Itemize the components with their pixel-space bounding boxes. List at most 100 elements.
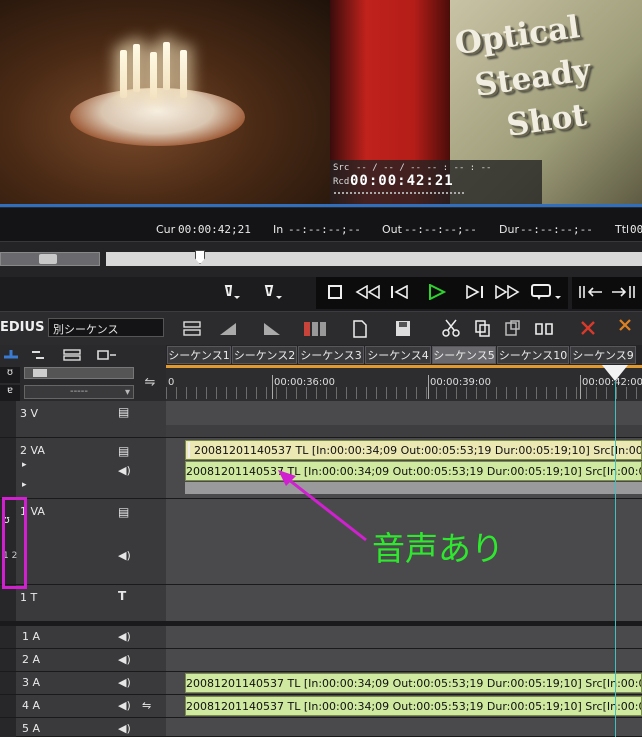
track-name: 2 A [22, 653, 41, 666]
annotation-label: 音声あり [372, 529, 504, 568]
step-forward-icon [466, 285, 483, 299]
speaker-icon[interactable]: ◀) [118, 722, 131, 735]
rcd-timecode: 00:00:42:21 [350, 173, 454, 189]
sync-icon[interactable]: ⇋ [140, 375, 160, 391]
step-back-button[interactable] [386, 277, 412, 307]
play-button[interactable] [424, 277, 450, 307]
clip-thumbnail [188, 442, 190, 458]
insert-left-button[interactable] [576, 277, 606, 307]
track-patch[interactable] [0, 585, 16, 621]
track-patch[interactable] [0, 672, 16, 694]
audio-clip-2va[interactable]: 20081201140537 TL [In:00:00:34;09 Out:00… [185, 461, 642, 481]
step-back-icon [391, 285, 408, 299]
video-display-icon[interactable]: ▤ [118, 444, 129, 458]
track-area-3v[interactable] [166, 401, 642, 438]
fast-forward-button[interactable] [492, 277, 522, 307]
zoom-slider[interactable] [24, 367, 134, 379]
snap-toggle[interactable]: ʊ [0, 367, 20, 383]
group-toggle[interactable]: ɐ [0, 385, 20, 401]
track-header-4a[interactable]: 4 A ◀) ⇋ [0, 695, 166, 718]
track-name: 3 V [20, 407, 39, 420]
track-panel-header: ʊ ɐ ----- ▾ ⇋ [0, 345, 166, 405]
track-header-2va[interactable]: 2 VA ▤ ▸ ◀) ▸ [0, 438, 166, 499]
play-icon [429, 284, 446, 300]
mark-out-button[interactable] [254, 277, 290, 307]
sync-icon[interactable]: ⇋ [142, 699, 151, 712]
track-area-2va[interactable]: 20081201140537 TL [In:00:00:34;09 Out:00… [166, 438, 642, 499]
clip-label: 20081201140537 TL [In:00:00:34;09 Out:00… [194, 443, 642, 457]
speaker-icon[interactable]: ◀) [118, 653, 131, 666]
rewind-button[interactable] [353, 277, 383, 307]
speaker-icon[interactable]: ◀) [118, 630, 131, 643]
tab-sequence-9[interactable]: シーケンス9 [570, 346, 636, 364]
speaker-icon[interactable]: ◀) [118, 549, 131, 562]
track-patch[interactable] [0, 718, 16, 737]
video-display-icon[interactable]: ▤ [118, 505, 129, 519]
expand-arrow-icon[interactable]: ▸ [22, 480, 27, 490]
playhead-line[interactable] [615, 381, 616, 737]
time-ruler[interactable]: 0 00:00:36:00 00:00:39:00 00:00:42:00 [166, 365, 642, 402]
speaker-icon[interactable]: ◀) [118, 699, 131, 712]
speaker-icon[interactable]: ◀) [118, 464, 131, 477]
mark-in-icon [224, 285, 240, 299]
track-area-2a[interactable] [166, 649, 642, 672]
mark-in-button[interactable] [214, 277, 246, 307]
track-name: 3 A [22, 676, 41, 689]
loop-button[interactable] [526, 277, 566, 307]
audio-clip-4a[interactable]: 20081201140537 TL [In:00:00:34;09 Out:00… [185, 696, 642, 716]
tab-sequence-2[interactable]: シーケンス2 [232, 346, 297, 364]
tab-sequence-4[interactable]: シーケンス4 [365, 346, 431, 364]
track-area-5a[interactable] [166, 718, 642, 737]
track-area-3a[interactable]: 20081201140537 TL [In:00:00:34;09 Out:00… [166, 672, 642, 695]
jog-slider[interactable] [0, 252, 100, 266]
position-bar[interactable] [106, 252, 642, 266]
track-header-3v[interactable]: 3 V ▤ [0, 401, 166, 438]
track-area-1a[interactable] [166, 626, 642, 649]
timescale-select[interactable]: ----- ▾ [24, 385, 134, 399]
zoom-slider-handle[interactable] [33, 369, 47, 377]
stop-button[interactable] [322, 277, 348, 307]
timeline-tool-buttons [180, 318, 642, 340]
track-header-2a[interactable]: 2 A ◀) [0, 649, 166, 672]
track-patch[interactable] [0, 695, 16, 717]
mark-out-icon [264, 285, 282, 299]
track-patch[interactable] [0, 438, 16, 498]
tool-save-icon [396, 321, 410, 336]
tool-fade-out-icon [264, 323, 280, 335]
video-display-icon[interactable]: ▤ [118, 405, 129, 419]
video-clip-2va[interactable]: 20081201140537 TL [In:00:00:34;09 Out:00… [185, 440, 642, 460]
tab-label: シーケンス3 [300, 349, 362, 362]
track-patch[interactable] [0, 649, 16, 671]
tool-fade-in-icon [220, 323, 236, 335]
tab-sequence-1[interactable]: シーケンス1 [167, 346, 231, 364]
tab-sequence-3[interactable]: シーケンス3 [298, 346, 364, 364]
track-header-1t[interactable]: 1 T T [0, 585, 166, 622]
video-frame-cake [0, 0, 330, 207]
track-header-1a[interactable]: 1 A ◀) [0, 626, 166, 649]
speaker-icon[interactable]: ◀) [118, 676, 131, 689]
ruler-minor-ticks [166, 387, 642, 399]
expand-arrow-icon[interactable]: ▸ [22, 460, 27, 470]
track-name: 1 A [22, 630, 41, 643]
tab-sequence-5[interactable]: シーケンス5 [432, 346, 496, 364]
track-patch[interactable] [0, 626, 16, 648]
track-header-5a[interactable]: 5 A ◀) [0, 718, 166, 737]
playback-scrubber-row [0, 241, 642, 278]
tab-label: シーケンス10 [498, 349, 568, 362]
jog-slider-handle[interactable] [39, 254, 57, 264]
audio-clip-3a[interactable]: 20081201140537 TL [In:00:00:34;09 Out:00… [185, 673, 642, 693]
sequence-name-field[interactable]: 別シーケンス [48, 318, 164, 337]
track-tool-3-icon [63, 349, 81, 361]
tab-sequence-10[interactable]: シーケンス10 [497, 346, 569, 364]
insert-right-button[interactable] [608, 277, 640, 307]
ttl-value: 00 [630, 223, 642, 236]
step-forward-button[interactable] [462, 277, 488, 307]
in-label: In [273, 223, 284, 236]
track-header-3a[interactable]: 3 A ◀) [0, 672, 166, 695]
track-patch[interactable] [0, 401, 16, 437]
track-lane [166, 425, 642, 437]
track-area-1t[interactable] [166, 585, 642, 622]
track-area-4a[interactable]: 20081201140537 TL [In:00:00:34;09 Out:00… [166, 695, 642, 718]
cur-label: Cur [156, 223, 176, 236]
title-track-icon[interactable]: T [118, 589, 126, 603]
